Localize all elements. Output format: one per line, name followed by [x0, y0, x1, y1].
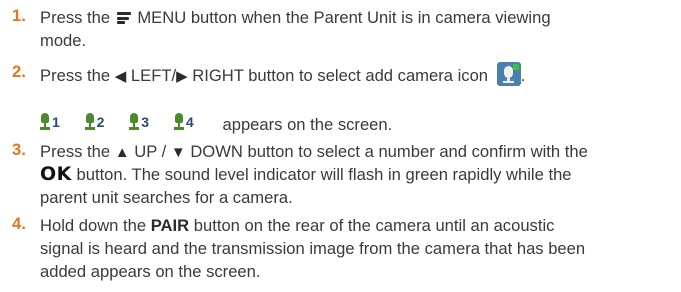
camera-number-row: 1 2 3 4 appears on the screen.: [40, 113, 392, 136]
step-text: Press the ◀ LEFT/▶ RIGHT button to selec…: [40, 62, 665, 86]
text-segment: button on the rear of the camera until a…: [193, 216, 555, 235]
step-line: signal is heard and the transmission ima…: [40, 239, 586, 258]
text-segment: Hold down the: [40, 216, 147, 235]
text-segment: Press the: [40, 66, 111, 85]
text-segment: button. The sound level indicator will f…: [76, 165, 572, 184]
text-segment: UP /: [134, 142, 167, 161]
camera-number: 2: [96, 114, 105, 130]
text-segment: DOWN button to select a number and confi…: [190, 142, 588, 161]
right-arrow-icon: ▶: [176, 68, 188, 85]
step-line: added appears on the screen.: [40, 262, 261, 281]
text-segment: LEFT/: [130, 66, 177, 85]
text-segment: MENU button when the Parent Unit is in c…: [137, 8, 551, 27]
up-arrow-icon: ▲: [114, 144, 130, 161]
camera-number-icon: 3: [129, 113, 161, 133]
step-line: Press the MENU button when the Parent Un…: [40, 6, 665, 29]
step-number: 1.: [12, 6, 26, 25]
text-segment: Press the: [40, 8, 111, 27]
step-line: Press the ◀ LEFT/▶ RIGHT button to selec…: [40, 62, 665, 86]
text-segment: .: [520, 66, 526, 85]
camera-number-text: appears on the screen.: [222, 115, 393, 134]
step-line: OK button. The sound level indicator wil…: [40, 163, 665, 186]
step-text: Hold down the PAIR button on the rear of…: [40, 214, 665, 283]
step-number: 3.: [12, 140, 26, 159]
step-line: mode.: [40, 31, 87, 50]
camera-number: 4: [185, 114, 194, 130]
add-camera-icon: [496, 62, 521, 86]
pair-button-label: PAIR: [150, 216, 190, 235]
step-number: 2.: [12, 62, 26, 81]
ok-button-label: OK: [40, 163, 72, 185]
camera-number-icon: 1: [40, 113, 72, 133]
step-number: 4.: [12, 214, 26, 233]
step-line: Press the ▲ UP / ▼ DOWN button to select…: [40, 140, 665, 163]
camera-number: 3: [141, 114, 150, 130]
instruction-document: 1. Press the MENU button when the Parent…: [0, 0, 681, 292]
text-segment: RIGHT button to select add camera icon: [192, 66, 489, 85]
text-segment: Press the: [40, 142, 111, 161]
step-text: Press the MENU button when the Parent Un…: [40, 6, 665, 52]
menu-icon: [116, 12, 131, 24]
step-line: parent unit searches for a camera.: [40, 188, 293, 207]
down-arrow-icon: ▼: [170, 144, 186, 161]
left-arrow-icon: ◀: [114, 68, 127, 85]
step-line: Hold down the PAIR button on the rear of…: [40, 214, 665, 237]
step-text: Press the ▲ UP / ▼ DOWN button to select…: [40, 140, 665, 209]
camera-number: 1: [52, 114, 60, 130]
camera-number-icon: 2: [84, 113, 117, 133]
camera-number-icon: 4: [173, 113, 206, 133]
